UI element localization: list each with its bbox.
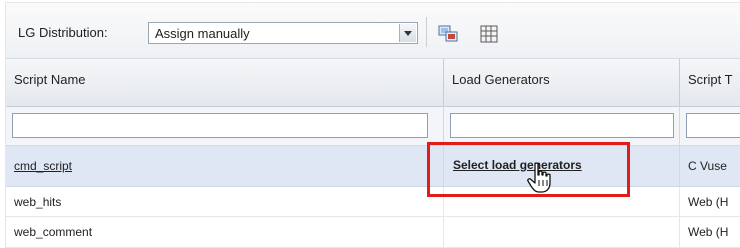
grid-view-icon[interactable] bbox=[479, 24, 499, 44]
table-row[interactable]: cmd_script Select load generators C Vuse bbox=[6, 146, 740, 187]
script-type-cell: Web (H bbox=[680, 187, 740, 216]
select-load-generators-link[interactable]: Select load generators bbox=[453, 158, 582, 172]
script-name-cell: cmd_script bbox=[6, 146, 444, 186]
load-generators-filter-input[interactable] bbox=[450, 113, 674, 138]
script-type-value: C Vuse bbox=[688, 159, 727, 173]
script-type-value: Web (H bbox=[688, 195, 729, 209]
script-name-cell: web_comment bbox=[6, 217, 444, 247]
column-header-load-generators[interactable]: Load Generators bbox=[444, 59, 680, 106]
script-name-cell: web_hits bbox=[6, 187, 444, 216]
script-name-link[interactable]: cmd_script bbox=[14, 159, 72, 173]
scripts-panel: LG Distribution: Assign manually Script … bbox=[5, 2, 740, 248]
column-header-script-type[interactable]: Script T bbox=[680, 59, 740, 106]
lg-distribution-label: LG Distribution: bbox=[18, 25, 108, 40]
script-name-value: web_comment bbox=[14, 225, 93, 239]
lg-distribution-value: Assign manually bbox=[155, 26, 250, 41]
toolbar: LG Distribution: Assign manually bbox=[6, 3, 740, 59]
script-type-value: Web (H bbox=[688, 225, 729, 239]
script-type-cell: C Vuse bbox=[680, 146, 740, 186]
load-generators-cell[interactable] bbox=[444, 217, 680, 247]
grid-header-row: Script Name Load Generators Script T bbox=[6, 59, 740, 107]
script-name-filter-input[interactable] bbox=[12, 113, 428, 138]
toolbar-divider bbox=[426, 17, 427, 47]
filter-row bbox=[6, 107, 740, 146]
script-type-cell: Web (H bbox=[680, 217, 740, 247]
filter-cell bbox=[444, 107, 680, 145]
load-generators-cell[interactable] bbox=[444, 187, 680, 216]
script-type-filter-input[interactable] bbox=[686, 113, 740, 138]
table-row[interactable]: web_hits Web (H bbox=[6, 187, 740, 217]
script-name-value: web_hits bbox=[14, 195, 62, 209]
assign-load-generators-icon[interactable] bbox=[438, 24, 458, 44]
chevron-down-icon[interactable] bbox=[399, 24, 416, 42]
filter-cell bbox=[680, 107, 740, 145]
table-row[interactable]: web_comment Web (H bbox=[6, 217, 740, 248]
column-header-label: Script Name bbox=[14, 72, 86, 87]
load-generators-cell: Select load generators bbox=[444, 146, 680, 186]
column-header-label: Script T bbox=[688, 72, 733, 87]
column-header-script-name[interactable]: Script Name bbox=[6, 59, 444, 106]
filter-cell bbox=[6, 107, 444, 145]
column-header-label: Load Generators bbox=[452, 72, 550, 87]
lg-distribution-dropdown[interactable]: Assign manually bbox=[148, 22, 418, 44]
